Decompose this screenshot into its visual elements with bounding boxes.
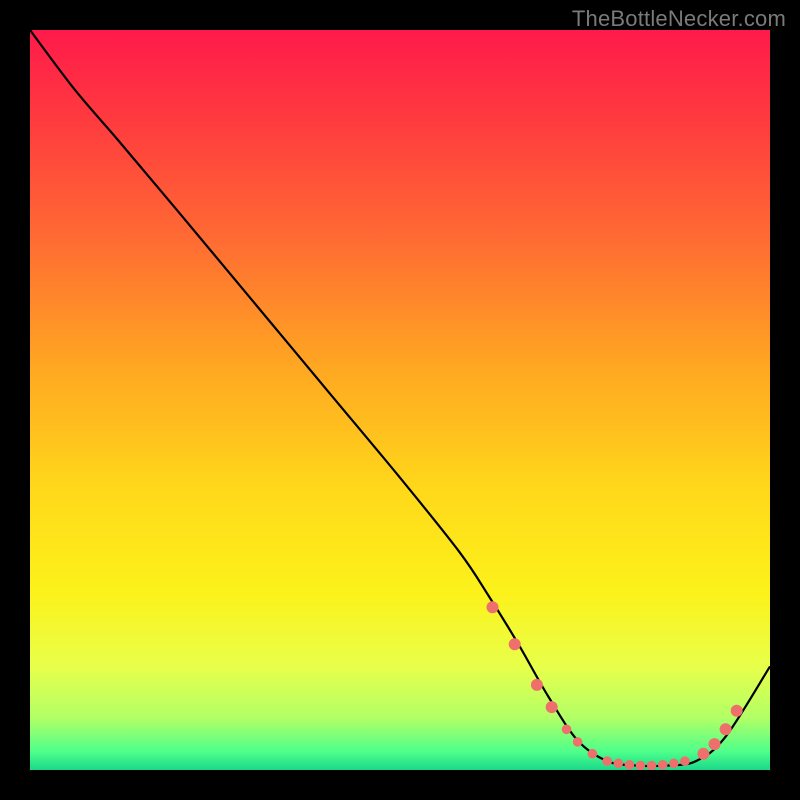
curve-marker (720, 723, 732, 735)
curve-marker (614, 759, 624, 769)
curve-marker (546, 701, 558, 713)
chart-plot (30, 30, 770, 770)
curve-marker (647, 761, 657, 770)
curve-marker (588, 749, 598, 759)
curve-marker (680, 756, 690, 766)
curve-marker (487, 601, 499, 613)
chart-stage: TheBottleNecker.com (0, 0, 800, 800)
curve-marker (509, 638, 521, 650)
curve-marker (709, 738, 721, 750)
curve-marker (531, 679, 543, 691)
curve-marker (625, 760, 635, 770)
curve-marker (602, 756, 612, 766)
curve-marker (636, 761, 646, 770)
chart-svg (30, 30, 770, 770)
curve-marker (573, 737, 583, 747)
curve-marker (669, 759, 679, 769)
curve-marker (658, 760, 668, 770)
watermark-text: TheBottleNecker.com (572, 6, 786, 32)
curve-marker (697, 748, 709, 760)
chart-background (30, 30, 770, 770)
curve-marker (731, 705, 743, 717)
curve-marker (562, 725, 572, 735)
